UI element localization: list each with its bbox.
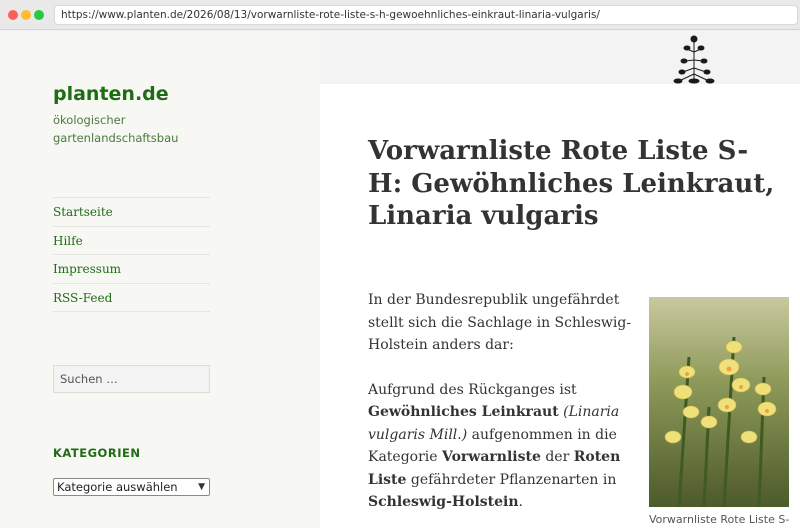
nav-item-hilfe[interactable]: Hilfe xyxy=(53,227,210,255)
post-paragraph: In der Bundesrepublik ungefährdet stellt… xyxy=(368,292,632,353)
browser-chrome: https://www.planten.de/2026/08/13/vorwar… xyxy=(0,0,800,30)
chevron-down-icon: ▼ xyxy=(198,482,205,492)
page: planten.de ökologischer gartenlandschaft… xyxy=(0,31,800,528)
nav-item-rss-feed[interactable]: RSS-Feed xyxy=(53,284,210,312)
plant-logo-icon xyxy=(673,35,715,84)
site-title[interactable]: planten.de xyxy=(53,83,169,105)
site-description: ökologischer gartenlandschaftsbau xyxy=(53,113,179,145)
post-text: . xyxy=(518,494,523,510)
categories-heading: KATEGORIEN xyxy=(53,446,141,460)
post-content: In der Bundesrepublik ungefährdet stellt… xyxy=(368,289,638,528)
nav-item-impressum[interactable]: Impressum xyxy=(53,255,210,284)
minimize-window-button[interactable] xyxy=(21,10,31,20)
post-paragraph: Aufgrund des Rückganges ist Gewöhnliches… xyxy=(368,379,638,514)
main-navigation: Startseite Hilfe Impressum RSS-Feed xyxy=(53,197,210,312)
search-input[interactable]: Suchen … xyxy=(53,365,210,393)
nav-item-startseite[interactable]: Startseite xyxy=(53,198,210,227)
category-select[interactable]: Kategorie auswählen ▼ xyxy=(53,478,210,496)
category-select-value: Kategorie auswählen xyxy=(57,480,178,494)
address-bar[interactable]: https://www.planten.de/2026/08/13/vorwar… xyxy=(54,5,798,25)
post-emphasis: Vorwarnliste xyxy=(442,449,541,465)
linaria-photo-image xyxy=(649,297,789,507)
post-emphasis: Gewöhnliches Leinkraut xyxy=(368,404,559,420)
maximize-window-button[interactable] xyxy=(34,10,44,20)
linaria-photo[interactable] xyxy=(649,297,789,507)
header-strip xyxy=(320,31,800,84)
post-text: gefährdeter Pflanzenarten in xyxy=(406,471,617,488)
figure-caption: Vorwarnliste Rote Liste S- xyxy=(649,513,790,526)
post-title: Vorwarnliste Rote Liste S-H: Gewöhnliche… xyxy=(368,136,775,231)
post-text: Aufgrund des Rückganges ist xyxy=(368,381,577,398)
close-window-button[interactable] xyxy=(8,10,18,20)
post-text: der xyxy=(540,449,574,465)
post-emphasis: Schleswig-Holstein xyxy=(368,494,519,510)
